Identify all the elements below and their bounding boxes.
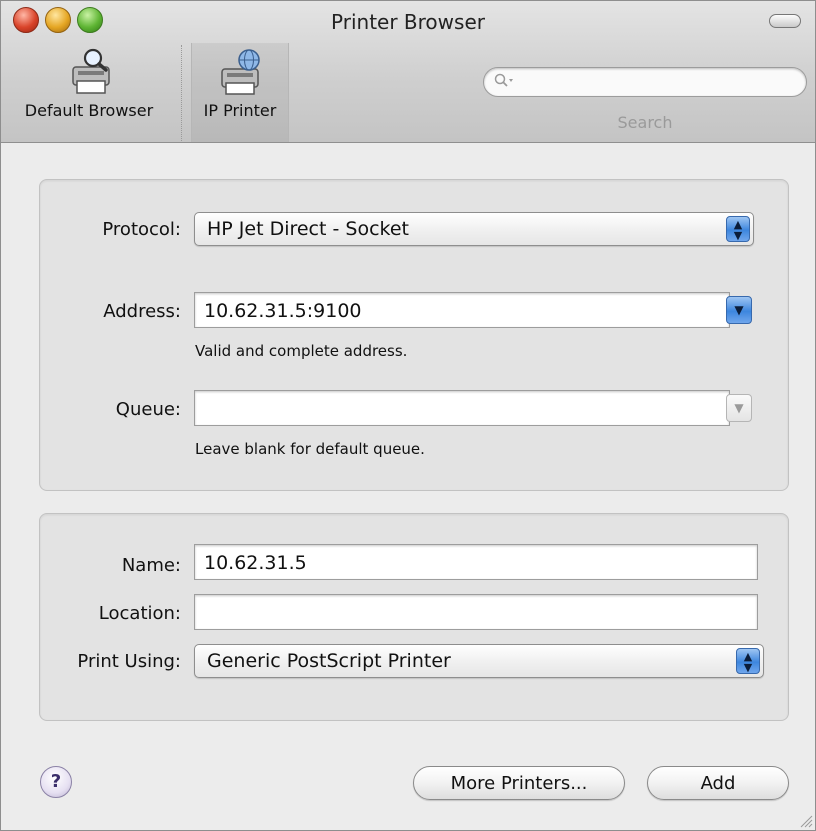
queue-field[interactable] (194, 390, 730, 426)
address-field[interactable]: 10.62.31.5:9100 (194, 292, 730, 328)
add-button[interactable]: Add (647, 766, 789, 800)
chevron-down-icon: ▼ (734, 401, 744, 415)
magnifier-icon (494, 73, 514, 93)
search-label: Search (617, 113, 673, 132)
protocol-popup[interactable]: HP Jet Direct - Socket ▲ ▼ (194, 212, 754, 246)
printer-browser-window: Printer Browser Default Browser IP Print… (0, 0, 816, 831)
search-field[interactable] (483, 67, 807, 97)
toolbar-item-ip-printer[interactable]: IP Printer (191, 43, 289, 142)
printer-magnifier-icon (72, 48, 110, 94)
toolbar-item-default-browser[interactable]: Default Browser (11, 47, 167, 139)
queue-label: Queue: (115, 399, 181, 420)
location-field[interactable] (194, 594, 758, 630)
toolbar-toggle-button[interactable] (769, 14, 801, 28)
print-using-value: Generic PostScript Printer (207, 650, 451, 672)
window-title: Printer Browser (331, 10, 485, 34)
search-input[interactable] (518, 71, 794, 93)
printer-globe-icon (221, 49, 260, 95)
location-label: Location: (98, 603, 181, 624)
toolbar-separator (181, 45, 182, 141)
print-using-label: Print Using: (77, 651, 181, 672)
name-field[interactable]: 10.62.31.5 (194, 544, 758, 580)
address-status-hint: Valid and complete address. (195, 342, 408, 360)
name-label: Name: (121, 555, 181, 576)
title-toolbar-area: Printer Browser Default Browser IP Print… (1, 1, 815, 143)
protocol-label: Protocol: (102, 219, 181, 240)
toolbar-item-label: Default Browser (24, 101, 154, 120)
address-label: Address: (103, 301, 181, 322)
queue-hint: Leave blank for default queue. (195, 440, 425, 458)
resize-grip-icon[interactable] (797, 812, 813, 828)
protocol-value: HP Jet Direct - Socket (207, 218, 409, 240)
up-down-arrows-icon: ▲ ▼ (726, 216, 750, 242)
chevron-down-icon: ▼ (734, 303, 744, 317)
help-button[interactable]: ? (40, 766, 72, 798)
toolbar-item-label: IP Printer (203, 101, 277, 120)
address-history-button[interactable]: ▼ (726, 296, 752, 324)
up-down-arrows-icon: ▲ ▼ (736, 648, 760, 674)
print-using-popup[interactable]: Generic PostScript Printer ▲ ▼ (194, 644, 764, 678)
queue-history-button[interactable]: ▼ (726, 394, 752, 422)
more-printers-button[interactable]: More Printers... (413, 766, 625, 800)
